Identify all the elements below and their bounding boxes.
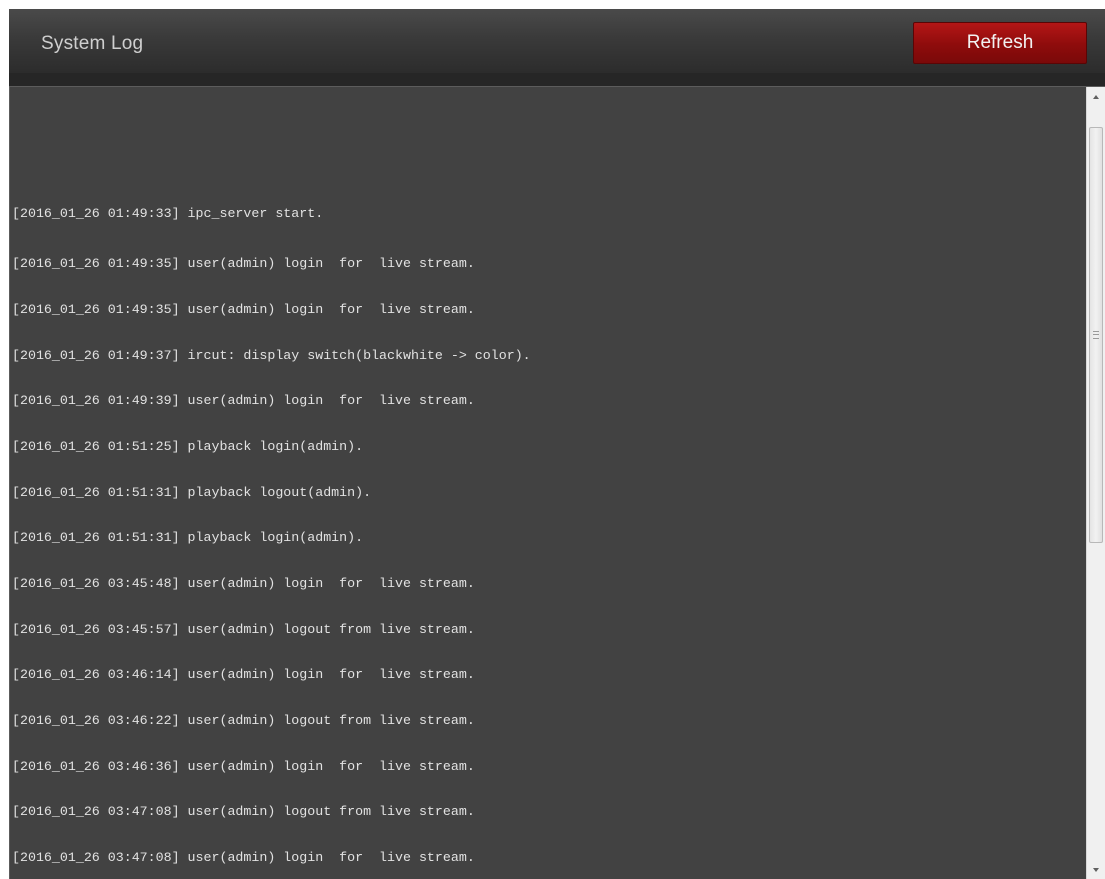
system-log-panel: System Log Refresh [2016_01_26 01:49:33]…: [0, 0, 1105, 879]
log-line: [2016_01_26 01:51:31] playback login(adm…: [12, 530, 364, 545]
log-line: [2016_01_26 01:49:33] ipc_server start.: [12, 206, 324, 221]
grip-icon: [1093, 331, 1099, 339]
log-line: [2016_01_26 01:51:25] playback login(adm…: [12, 439, 364, 454]
page-title: System Log: [41, 33, 144, 54]
header-divider: [9, 73, 1105, 86]
log-viewer[interactable]: [2016_01_26 01:49:33] ipc_server start. …: [9, 86, 1105, 879]
log-line: [2016_01_26 03:45:57] user(admin) logout…: [12, 622, 475, 637]
scrollbar-thumb[interactable]: [1089, 127, 1103, 543]
log-line: [2016_01_26 01:49:37] ircut: display swi…: [12, 348, 531, 363]
panel-header: System Log Refresh: [9, 9, 1105, 73]
refresh-button[interactable]: Refresh: [913, 22, 1087, 64]
vertical-scrollbar[interactable]: [1086, 87, 1105, 879]
log-line: [2016_01_26 01:49:35] user(admin) login …: [12, 302, 475, 317]
log-line: [2016_01_26 01:49:35] user(admin) login …: [12, 256, 475, 271]
chevron-up-icon[interactable]: [1087, 89, 1105, 107]
log-line: [2016_01_26 03:47:08] user(admin) login …: [12, 850, 475, 865]
log-line: [2016_01_26 03:47:08] user(admin) logout…: [12, 804, 475, 819]
log-line: [2016_01_26 01:51:31] playback logout(ad…: [12, 485, 372, 500]
log-line: [2016_01_26 03:46:36] user(admin) login …: [12, 759, 475, 774]
log-line: [2016_01_26 01:49:39] user(admin) login …: [12, 393, 475, 408]
log-text-area[interactable]: [2016_01_26 01:49:33] ipc_server start. …: [10, 87, 1086, 879]
log-line: [2016_01_26 03:45:48] user(admin) login …: [12, 576, 475, 591]
chevron-down-icon[interactable]: [1087, 862, 1105, 879]
log-line: [2016_01_26 03:46:22] user(admin) logout…: [12, 713, 475, 728]
log-line: [2016_01_26 03:46:14] user(admin) login …: [12, 667, 475, 682]
